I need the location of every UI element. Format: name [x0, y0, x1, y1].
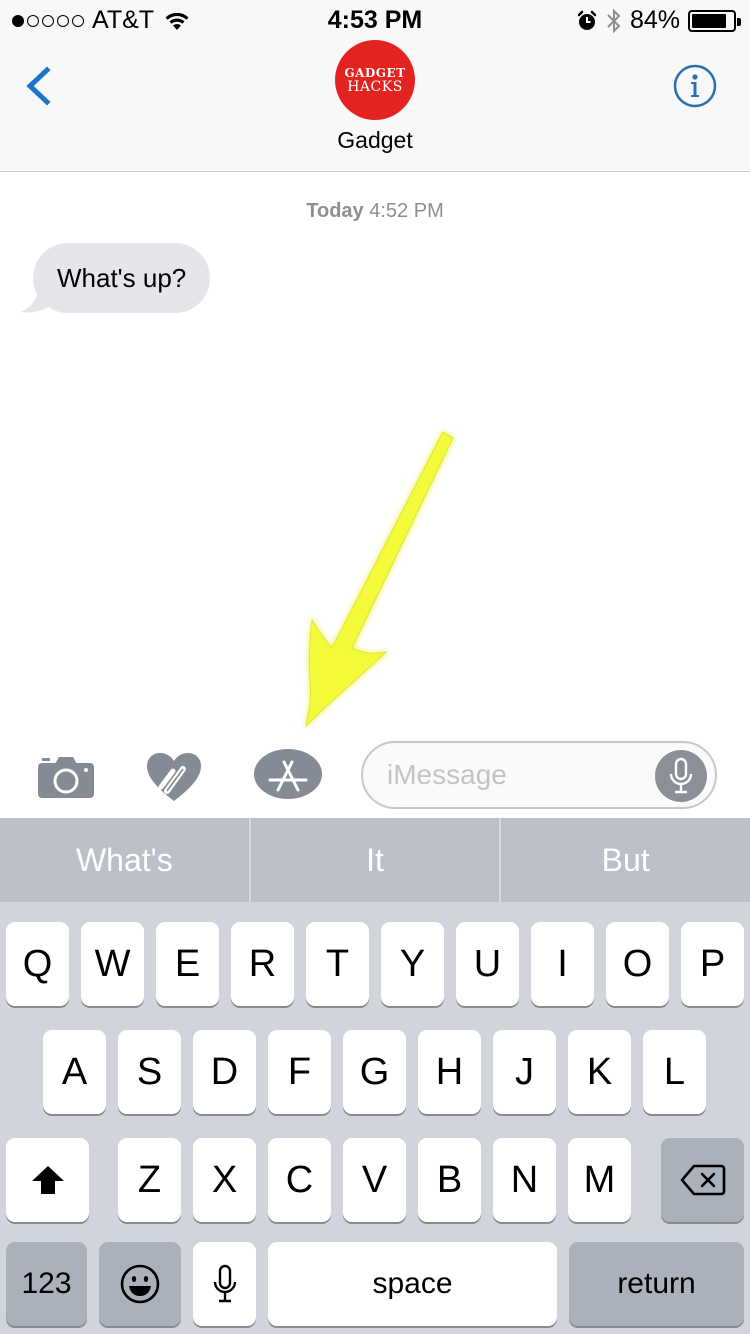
key-q[interactable]: Q [6, 922, 69, 1006]
key-g[interactable]: G [343, 1030, 406, 1114]
microphone-icon [669, 757, 693, 794]
microphone-icon [213, 1264, 236, 1303]
key-d[interactable]: D [193, 1030, 256, 1114]
key-j[interactable]: J [493, 1030, 556, 1114]
back-button[interactable] [20, 64, 60, 108]
quicktype-suggestions: What's It But [0, 818, 750, 902]
imessage-field[interactable] [361, 741, 717, 809]
key-l[interactable]: L [643, 1030, 706, 1114]
battery-percent: 84% [629, 6, 680, 34]
suggestion-1[interactable]: What's [0, 818, 249, 902]
status-bar: AT&T 4:53 PM 84% [0, 0, 750, 40]
suggestion-2[interactable]: It [251, 818, 500, 902]
app-store-icon [254, 749, 322, 799]
conversation-header: GADGET HACKS Gadget [0, 40, 750, 172]
chevron-left-icon [26, 66, 51, 106]
key-z[interactable]: Z [118, 1138, 181, 1222]
dictation-button[interactable] [655, 750, 707, 802]
emoji-key[interactable] [99, 1242, 181, 1326]
return-key[interactable]: return [569, 1242, 744, 1326]
key-u[interactable]: U [456, 922, 519, 1006]
key-v[interactable]: V [343, 1138, 406, 1222]
key-h[interactable]: H [418, 1030, 481, 1114]
battery-icon [688, 9, 741, 32]
timestamp-day: Today [306, 200, 364, 222]
key-x[interactable]: X [193, 1138, 256, 1222]
key-r[interactable]: R [231, 922, 294, 1006]
contact-avatar[interactable]: GADGET HACKS [335, 40, 415, 120]
message-input-bar [0, 735, 750, 818]
contact-name[interactable]: Gadget [0, 127, 750, 154]
keyboard: What's It But QWERTYUIOP ASDFGHJKL ZXCVB… [0, 818, 750, 1334]
key-m[interactable]: M [568, 1138, 631, 1222]
key-k[interactable]: K [568, 1030, 631, 1114]
shift-arrow-icon [31, 1166, 64, 1194]
key-a[interactable]: A [43, 1030, 106, 1114]
status-right: 84% [576, 6, 741, 35]
numbers-key[interactable]: 123 [6, 1242, 87, 1326]
delete-key[interactable] [661, 1138, 744, 1222]
shift-key[interactable] [6, 1138, 89, 1222]
key-p[interactable]: P [681, 922, 744, 1006]
timestamp-time: 4:52 PM [369, 200, 444, 222]
key-i[interactable]: I [531, 922, 594, 1006]
key-n[interactable]: N [493, 1138, 556, 1222]
app-store-button[interactable] [254, 748, 322, 800]
message-timestamp: Today 4:52 PM [0, 200, 750, 223]
key-o[interactable]: O [606, 922, 669, 1006]
key-s[interactable]: S [118, 1030, 181, 1114]
alarm-icon [577, 10, 597, 30]
incoming-message-bubble[interactable]: What's up? [33, 243, 211, 313]
camera-button[interactable] [36, 755, 96, 799]
backspace-icon [680, 1164, 725, 1196]
suggestion-3[interactable]: But [501, 818, 750, 902]
yellow-arrow-annotation [305, 431, 454, 728]
info-icon [673, 64, 717, 108]
key-c[interactable]: C [268, 1138, 331, 1222]
info-button[interactable] [673, 64, 717, 108]
avatar-text-line1: GADGET [344, 65, 406, 80]
camera-icon [38, 757, 94, 798]
battery-fill [692, 13, 726, 28]
key-b[interactable]: B [418, 1138, 481, 1222]
digital-touch-button[interactable] [145, 751, 203, 803]
avatar-text-line2: HACKS [347, 78, 403, 95]
key-y[interactable]: Y [381, 922, 444, 1006]
key-t[interactable]: T [306, 922, 369, 1006]
heart-digital-touch-icon [147, 753, 201, 801]
emoji-icon [120, 1264, 160, 1304]
battery-tip [737, 17, 741, 26]
dictation-key[interactable] [193, 1242, 256, 1326]
space-key[interactable]: space [268, 1242, 557, 1326]
key-e[interactable]: E [156, 922, 219, 1006]
bluetooth-icon [607, 8, 621, 33]
key-f[interactable]: F [268, 1030, 331, 1114]
imessage-input[interactable] [387, 743, 647, 807]
key-w[interactable]: W [81, 922, 144, 1006]
